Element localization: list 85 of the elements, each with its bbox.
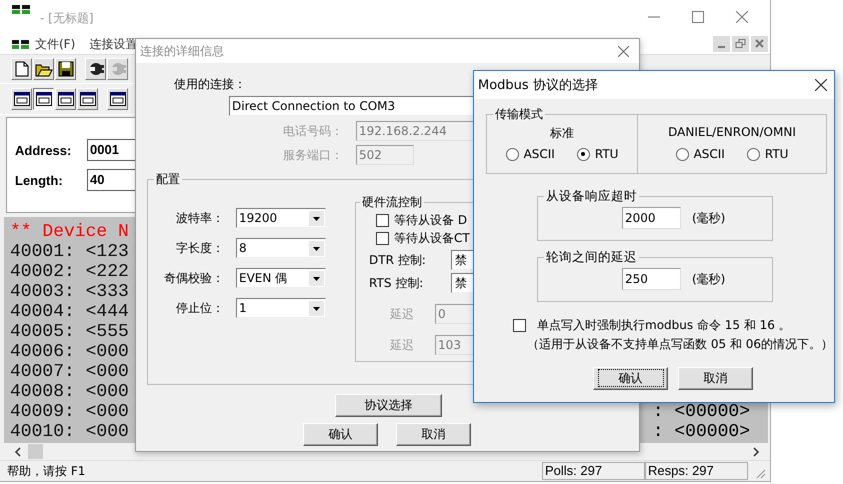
responses-count: Resps: 297 [645,462,748,480]
window-icon [110,92,126,106]
unit-label: (毫秒) [692,270,726,288]
group-title: 轮询之间的延迟 [544,250,639,264]
note-text: （适用于从设备不支持单点写函数 05 和 06的情况下。） [527,336,834,353]
length-label: Length: [15,172,64,188]
control-label: DTR 控制: [369,252,427,268]
dialog-button[interactable]: 取消 [396,423,471,446]
delay-label: 延迟 [390,306,416,322]
setting-dropdown[interactable]: 1 [236,298,326,318]
maximize-icon[interactable] [692,11,704,23]
phone-label: 电话号码： [282,122,343,140]
setting-label: 停止位： [175,300,224,316]
wait-checkbox[interactable]: 等待从设备 D [376,211,468,229]
document-icon [12,40,29,48]
force-command-checkbox[interactable]: 单点写入时强制执行modbus 命令 15 和 16 。 [513,316,791,334]
register-value: 40001: <123 [10,242,129,262]
register-value: 40003: <333 [10,282,129,302]
dialog-button[interactable]: 取消 [678,367,753,390]
unit-label: (毫秒) [692,210,726,226]
window-icon [80,92,96,106]
status-text: 帮助，请按 F1 [7,462,86,480]
plug-icon [88,61,104,77]
scroll-left-icon[interactable] [14,446,22,456]
mode-title: 标准 [550,125,574,141]
window-title: - [无标题] [40,10,94,26]
group-title: 配置 [154,172,182,186]
milliseconds-field[interactable]: 250 [622,268,681,290]
resize-grip-icon[interactable] [754,467,766,479]
milliseconds-field[interactable]: 2000 [622,207,681,229]
window-icon [14,92,30,106]
device-header: ** Device N [10,222,129,242]
setting-dropdown[interactable]: 8 [236,238,326,258]
setting-label: 波特率： [175,210,224,226]
window-icon [58,92,74,106]
scroll-right-icon[interactable] [752,446,760,456]
group-title: 从设备响应超时 [544,189,639,203]
register-value: 40007: <000 [10,362,129,382]
register-value: 40008: <000 [10,382,129,402]
dialog-title: 连接的详细信息 [140,42,224,60]
mode-radio[interactable]: ASCII [506,147,555,161]
app-icon [12,5,30,15]
dialog-button[interactable]: 确认 [303,423,378,446]
setting-dropdown[interactable]: EVEN 偶 [236,268,326,288]
close-icon[interactable] [815,79,827,91]
address-label: Address: [15,142,72,158]
mode-radio[interactable]: RTU [746,147,788,161]
dialog-button[interactable]: 确认 [593,367,668,390]
port-label: 服务端口： [282,146,343,164]
folder-icon [34,62,52,76]
open-folder-button[interactable] [33,58,54,80]
mode-radio[interactable]: RTU [576,147,618,161]
polls-count: Polls: 297 [542,462,645,480]
display-format-button[interactable] [33,88,54,110]
mode-title: DANIEL/ENRON/OMNI [668,125,796,141]
register-value: 40010: <000 [10,422,129,442]
delay-label: 延迟 [390,336,416,354]
setting-label: 字长度： [175,240,224,256]
connection-label: 使用的连接： [174,76,246,93]
group-title: 硬件流控制 [360,195,424,209]
control-label: RTS 控制: [369,274,424,292]
menu-item[interactable]: 文件(F) [35,36,76,52]
register-value: 40002: <222 [10,262,129,282]
setting-dropdown[interactable]: 19200 [236,208,326,228]
group-title: 传输模式 [493,107,545,121]
wait-checkbox[interactable]: 等待从设备CT [376,229,470,247]
register-value: 40004: <444 [10,302,129,322]
scrollbar-thumb[interactable] [28,444,43,459]
setting-label: 奇偶校验： [163,270,224,286]
minimize-icon[interactable] [713,36,730,52]
plug-button[interactable] [85,58,106,80]
register-value: 40009: <000 [10,402,129,422]
page-icon [14,61,28,77]
register-value: 40006: <000 [10,342,129,362]
register-value: : <00000> [652,422,750,442]
window-icon [36,92,52,106]
protocol-button[interactable]: 协议选择 [335,394,442,417]
register-value: 40005: <555 [10,322,129,342]
dialog-title: Modbus 协议的选择 [478,77,598,94]
plug-icon [110,61,126,77]
save-button[interactable] [55,58,76,80]
register-value: : <00000> [652,402,750,422]
new-file-button[interactable] [11,58,32,80]
mode-radio[interactable]: ASCII [676,147,725,161]
restore-icon[interactable] [732,36,749,52]
